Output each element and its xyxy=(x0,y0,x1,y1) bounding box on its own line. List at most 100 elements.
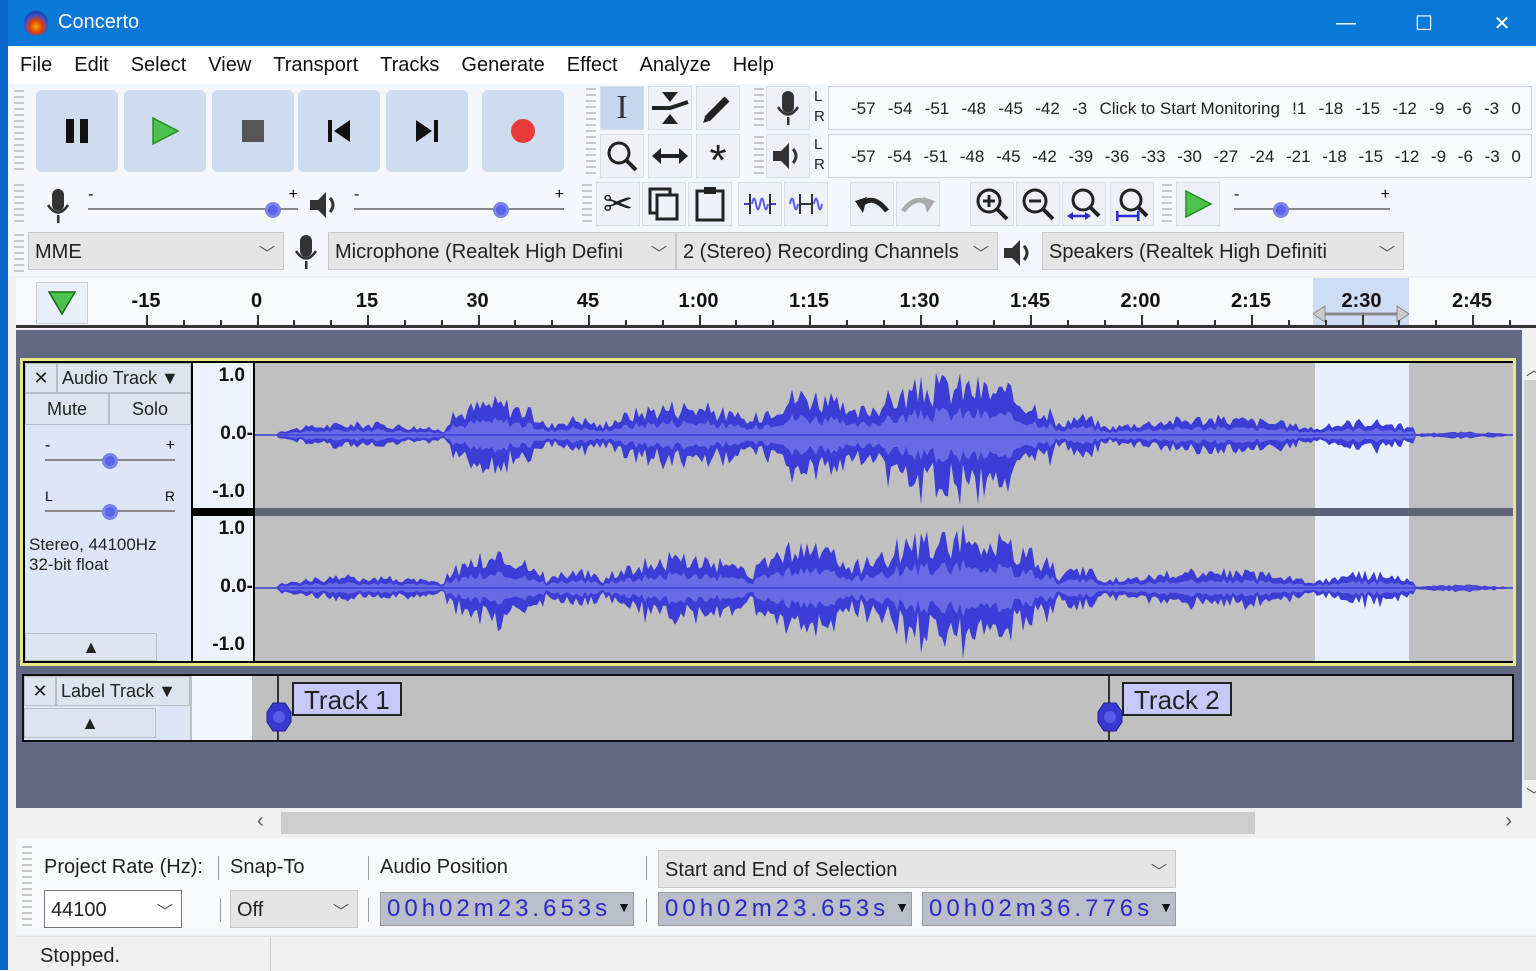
stop-button[interactable] xyxy=(212,90,294,172)
undo-button[interactable] xyxy=(850,182,894,226)
track-menu-button[interactable]: Audio Track ▼ xyxy=(57,363,191,393)
toolbar-grip[interactable] xyxy=(1162,184,1172,224)
collapse-track-button[interactable]: ▲ xyxy=(25,633,157,661)
maximize-button[interactable]: ☐ xyxy=(1386,0,1462,46)
scrollbar-thumb[interactable] xyxy=(281,812,1255,834)
record-meter[interactable]: -57 -54 -51 -48 -45 -42 -3 Click to Start Monit… xyxy=(828,86,1532,130)
playback-volume-slider[interactable]: - + xyxy=(354,186,564,220)
fit-project-button[interactable] xyxy=(1110,182,1154,226)
scroll-up-icon[interactable]: ︿ xyxy=(1526,356,1536,380)
scrollbar-thumb[interactable] xyxy=(1524,380,1536,780)
format-menu-triangle-icon[interactable]: ▼ xyxy=(895,899,909,915)
toolbar-grip[interactable] xyxy=(14,234,24,272)
gain-slider[interactable]: - + xyxy=(45,437,175,471)
zoom-tool-button[interactable] xyxy=(600,134,644,178)
close-button[interactable]: ✕ xyxy=(1464,0,1536,46)
audio-track[interactable]: ✕ Audio Track ▼ Mute Solo - + L R Stereo… xyxy=(20,358,1516,666)
play-at-speed-slider[interactable]: - + xyxy=(1234,186,1390,220)
pause-button[interactable] xyxy=(36,90,118,172)
recording-channels-dropdown[interactable]: 2 (Stereo) Recording Channels ﹀ xyxy=(676,232,998,270)
slider-thumb[interactable] xyxy=(102,504,118,520)
menu-edit[interactable]: Edit xyxy=(74,54,108,77)
close-track-button[interactable]: ✕ xyxy=(25,363,57,393)
silence-audio-button[interactable] xyxy=(784,182,828,226)
toolbar-grip[interactable] xyxy=(14,90,24,172)
menu-transport[interactable]: Transport xyxy=(273,54,358,77)
scroll-down-icon[interactable]: ﹀ xyxy=(1526,782,1536,806)
toolbar-grip[interactable] xyxy=(754,88,764,128)
label-2[interactable]: Track 2 xyxy=(1122,682,1232,716)
toolbar-grip[interactable] xyxy=(22,846,32,926)
toolbar-grip[interactable] xyxy=(582,184,592,224)
envelope-tool-button[interactable] xyxy=(648,86,692,130)
menu-select[interactable]: Select xyxy=(131,54,187,77)
fit-selection-button[interactable] xyxy=(1062,182,1106,226)
menu-generate[interactable]: Generate xyxy=(461,54,544,77)
recording-device-dropdown[interactable]: Microphone (Realtek High Defini ﹀ xyxy=(328,232,676,270)
toolbar-grip[interactable] xyxy=(754,136,764,176)
menu-view[interactable]: View xyxy=(208,54,251,77)
project-rate-dropdown[interactable]: 44100 ﹀ xyxy=(44,890,182,928)
label-track[interactable]: ✕ Label Track ▼ ▲ Track 1 Track 2 xyxy=(22,674,1514,742)
slider-thumb[interactable] xyxy=(1272,202,1289,218)
selection-start-field[interactable]: 00h02m23.653s ▼ xyxy=(658,892,912,926)
slider-thumb[interactable] xyxy=(493,202,509,218)
waveform-left-channel[interactable] xyxy=(255,363,1513,508)
playback-meter[interactable]: -57 -54 -51 -48 -45 -42 -39 -36 -33 -30 -27 -24 -21-… xyxy=(828,134,1532,178)
amplitude-ruler-right: 1.0 0.0- -1.0 xyxy=(193,516,253,661)
slider-thumb[interactable] xyxy=(102,453,118,469)
waveform-right-channel[interactable] xyxy=(255,516,1513,661)
label-1[interactable]: Track 1 xyxy=(292,682,402,716)
menu-analyze[interactable]: Analyze xyxy=(640,54,711,77)
record-meter-button[interactable] xyxy=(766,86,810,130)
record-button[interactable] xyxy=(482,90,564,172)
menu-tracks[interactable]: Tracks xyxy=(380,54,439,77)
paste-button[interactable] xyxy=(688,182,732,226)
format-menu-triangle-icon[interactable]: ▼ xyxy=(617,899,631,915)
trim-audio-button[interactable] xyxy=(738,182,782,226)
zoom-in-button[interactable] xyxy=(970,182,1014,226)
time-shift-tool-button[interactable] xyxy=(648,134,692,178)
pan-slider[interactable]: L R xyxy=(45,488,175,522)
skip-to-start-button[interactable] xyxy=(298,90,380,172)
slider-thumb[interactable] xyxy=(264,202,281,218)
draw-tool-button[interactable] xyxy=(696,86,740,130)
toolbar-grip[interactable] xyxy=(586,88,596,176)
menu-help[interactable]: Help xyxy=(733,54,774,77)
toolbar-grip[interactable] xyxy=(14,184,24,224)
play-head-button[interactable] xyxy=(36,282,88,324)
playback-device-dropdown[interactable]: Speakers (Realtek High Definiti ﹀ xyxy=(1042,232,1404,270)
label-1-handle-icon[interactable] xyxy=(266,702,292,732)
scroll-right-icon[interactable]: › xyxy=(1505,810,1512,833)
menu-file[interactable]: File xyxy=(20,54,52,77)
solo-button[interactable]: Solo xyxy=(109,393,191,425)
close-track-button[interactable]: ✕ xyxy=(24,676,56,706)
vertical-scrollbar[interactable]: ︿ ﹀ xyxy=(1522,352,1536,808)
horizontal-scrollbar[interactable]: ‹ › xyxy=(251,808,1520,838)
zoom-out-button[interactable] xyxy=(1016,182,1060,226)
play-button[interactable] xyxy=(124,90,206,172)
play-at-speed-button[interactable] xyxy=(1176,182,1220,226)
collapse-track-button[interactable]: ▲ xyxy=(24,708,156,738)
timeline-ruler[interactable]: -15 0 15 30 45 1:00 1:15 1:30 1:45 2:00 2:15 2:30 2:… xyxy=(16,278,1536,328)
format-menu-triangle-icon[interactable]: ▼ xyxy=(1159,899,1173,915)
selection-mode-dropdown[interactable]: Start and End of Selection ﹀ xyxy=(658,850,1176,888)
label-2-handle-icon[interactable] xyxy=(1097,702,1123,732)
selection-end-field[interactable]: 00h02m36.776s ▼ xyxy=(922,892,1176,926)
cut-button[interactable]: ✂ xyxy=(596,182,640,226)
scroll-left-icon[interactable]: ‹ xyxy=(257,810,264,833)
audio-host-dropdown[interactable]: MME ﹀ xyxy=(28,232,284,270)
track-menu-button[interactable]: Label Track ▼ xyxy=(56,676,190,706)
copy-button[interactable] xyxy=(642,182,686,226)
record-volume-slider[interactable]: - + xyxy=(88,186,298,220)
selection-tool-button[interactable]: I xyxy=(600,86,644,130)
menu-effect[interactable]: Effect xyxy=(567,54,618,77)
snap-to-dropdown[interactable]: Off ﹀ xyxy=(230,890,358,928)
multi-tool-button[interactable]: * xyxy=(696,134,740,183)
skip-to-end-button[interactable] xyxy=(386,90,468,172)
redo-button[interactable] xyxy=(896,182,940,226)
audio-position-field[interactable]: 00h02m23.653s ▼ xyxy=(380,892,634,926)
minimize-button[interactable]: — xyxy=(1308,0,1384,46)
playback-meter-button[interactable] xyxy=(766,134,810,178)
mute-button[interactable]: Mute xyxy=(25,393,109,425)
